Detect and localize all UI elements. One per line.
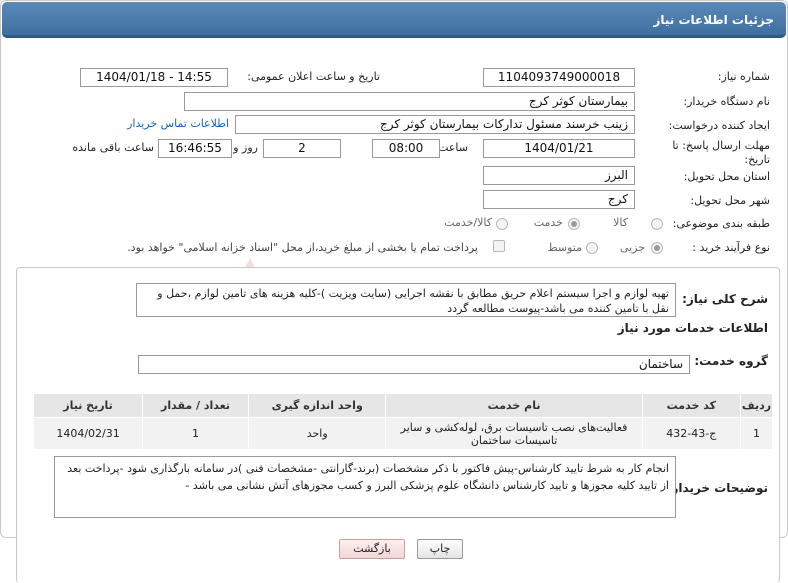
announce-field: 1404/01/18 - 14:55 <box>80 68 228 87</box>
remaining-time-field: 16:46:55 <box>158 139 232 158</box>
buyer-notes-textbox: انجام کار به شرط تایید کارشناس-پیش فاکتو… <box>54 456 676 518</box>
cell-code: ج-43-432 <box>641 417 742 450</box>
col-qty: تعداد / مقدار <box>142 393 249 418</box>
col-name: نام خدمت <box>385 393 643 418</box>
print-button[interactable]: چاپ <box>417 539 463 559</box>
page-title: جزئیات اطلاعات نیاز <box>653 13 774 27</box>
process-label: نوع فرآیند خرید : <box>692 241 770 254</box>
time-label: ساعت <box>438 141 468 154</box>
category-goods-radio[interactable] <box>651 218 663 230</box>
city-label: شهر محل تحویل: <box>690 194 770 207</box>
category-both-radio[interactable] <box>496 218 508 230</box>
col-code: کد خدمت <box>641 393 742 418</box>
col-unit: واحد اندازه گیری <box>247 393 387 418</box>
process-medium-radio[interactable] <box>586 242 598 254</box>
buyer-org-field: بیمارستان کوثر کرج <box>184 92 635 111</box>
services-table: ردیف کد خدمت نام خدمت واحد اندازه گیری ت… <box>32 393 773 450</box>
days-field: 2 <box>263 139 341 158</box>
process-medium-label: متوسط <box>547 241 582 254</box>
deadline-label: مهلت ارسال پاسخ: تا تاریخ: <box>672 139 770 166</box>
creator-label: ایجاد کننده درخواست: <box>668 119 770 132</box>
payment-note: پرداخت تمام یا بخشی از مبلغ خرید،از محل … <box>127 241 478 254</box>
need-number-label: شماره نیاز: <box>717 70 770 83</box>
cell-name: فعالیت‌های نصب تاسیسات برق، لوله‌کشی و س… <box>385 417 643 450</box>
buyer-notes-label: توضیحات خریدار: <box>666 481 768 495</box>
province-field: البرز <box>483 166 635 185</box>
deadline-time-field: 08:00 <box>372 139 440 158</box>
category-goods-label: کالا <box>613 216 628 229</box>
title-bar: جزئیات اطلاعات نیاز <box>2 2 786 38</box>
days-label: روز و <box>233 141 258 154</box>
services-heading: اطلاعات خدمات مورد نیاز <box>617 321 768 335</box>
creator-field: زینب خرسند مسئول تدارکات بیمارستان کوثر … <box>235 115 635 134</box>
summary-textbox: تهیه لوازم و اجرا سیستم اعلام حریق مطابق… <box>136 283 676 317</box>
summary-label: شرح کلی نیاز: <box>682 292 768 306</box>
contact-info-link[interactable]: اطلاعات تماس خریدار <box>127 117 229 130</box>
process-minor-radio[interactable] <box>651 242 663 254</box>
cell-index: 1 <box>740 417 773 450</box>
cell-date: 1404/02/31 <box>32 417 144 450</box>
treasury-checkbox[interactable] <box>493 240 505 252</box>
process-minor-label: جزیی <box>619 241 645 254</box>
city-field: کرج <box>483 190 635 209</box>
col-date: تاریخ نیاز <box>32 393 144 418</box>
cell-unit: واحد <box>247 417 387 450</box>
service-group-field: ساختمان <box>138 355 690 374</box>
cell-qty: 1 <box>142 417 249 450</box>
back-button[interactable]: بازگشت <box>339 539 405 559</box>
deadline-date-field: 1404/01/21 <box>483 139 635 158</box>
service-group-label: گروه خدمت: <box>694 354 768 368</box>
table-header-row: ردیف کد خدمت نام خدمت واحد اندازه گیری ت… <box>32 393 773 418</box>
need-number-field: 1104093749000018 <box>483 68 635 87</box>
remaining-label: ساعت باقی مانده <box>72 141 154 154</box>
category-label: طبقه بندی موضوعی: <box>672 217 770 230</box>
table-row: 1 ج-43-432 فعالیت‌های نصب تاسیسات برق، ل… <box>32 417 773 450</box>
province-label: استان محل تحویل: <box>683 170 770 183</box>
category-service-label: خدمت <box>533 216 563 229</box>
buyer-org-label: نام دستگاه خریدار: <box>683 95 770 108</box>
announce-label: تاریخ و ساعت اعلان عمومی: <box>247 70 380 83</box>
category-both-label: کالا/خدمت <box>444 216 492 229</box>
category-service-radio[interactable] <box>568 218 580 230</box>
col-index: ردیف <box>740 393 773 418</box>
